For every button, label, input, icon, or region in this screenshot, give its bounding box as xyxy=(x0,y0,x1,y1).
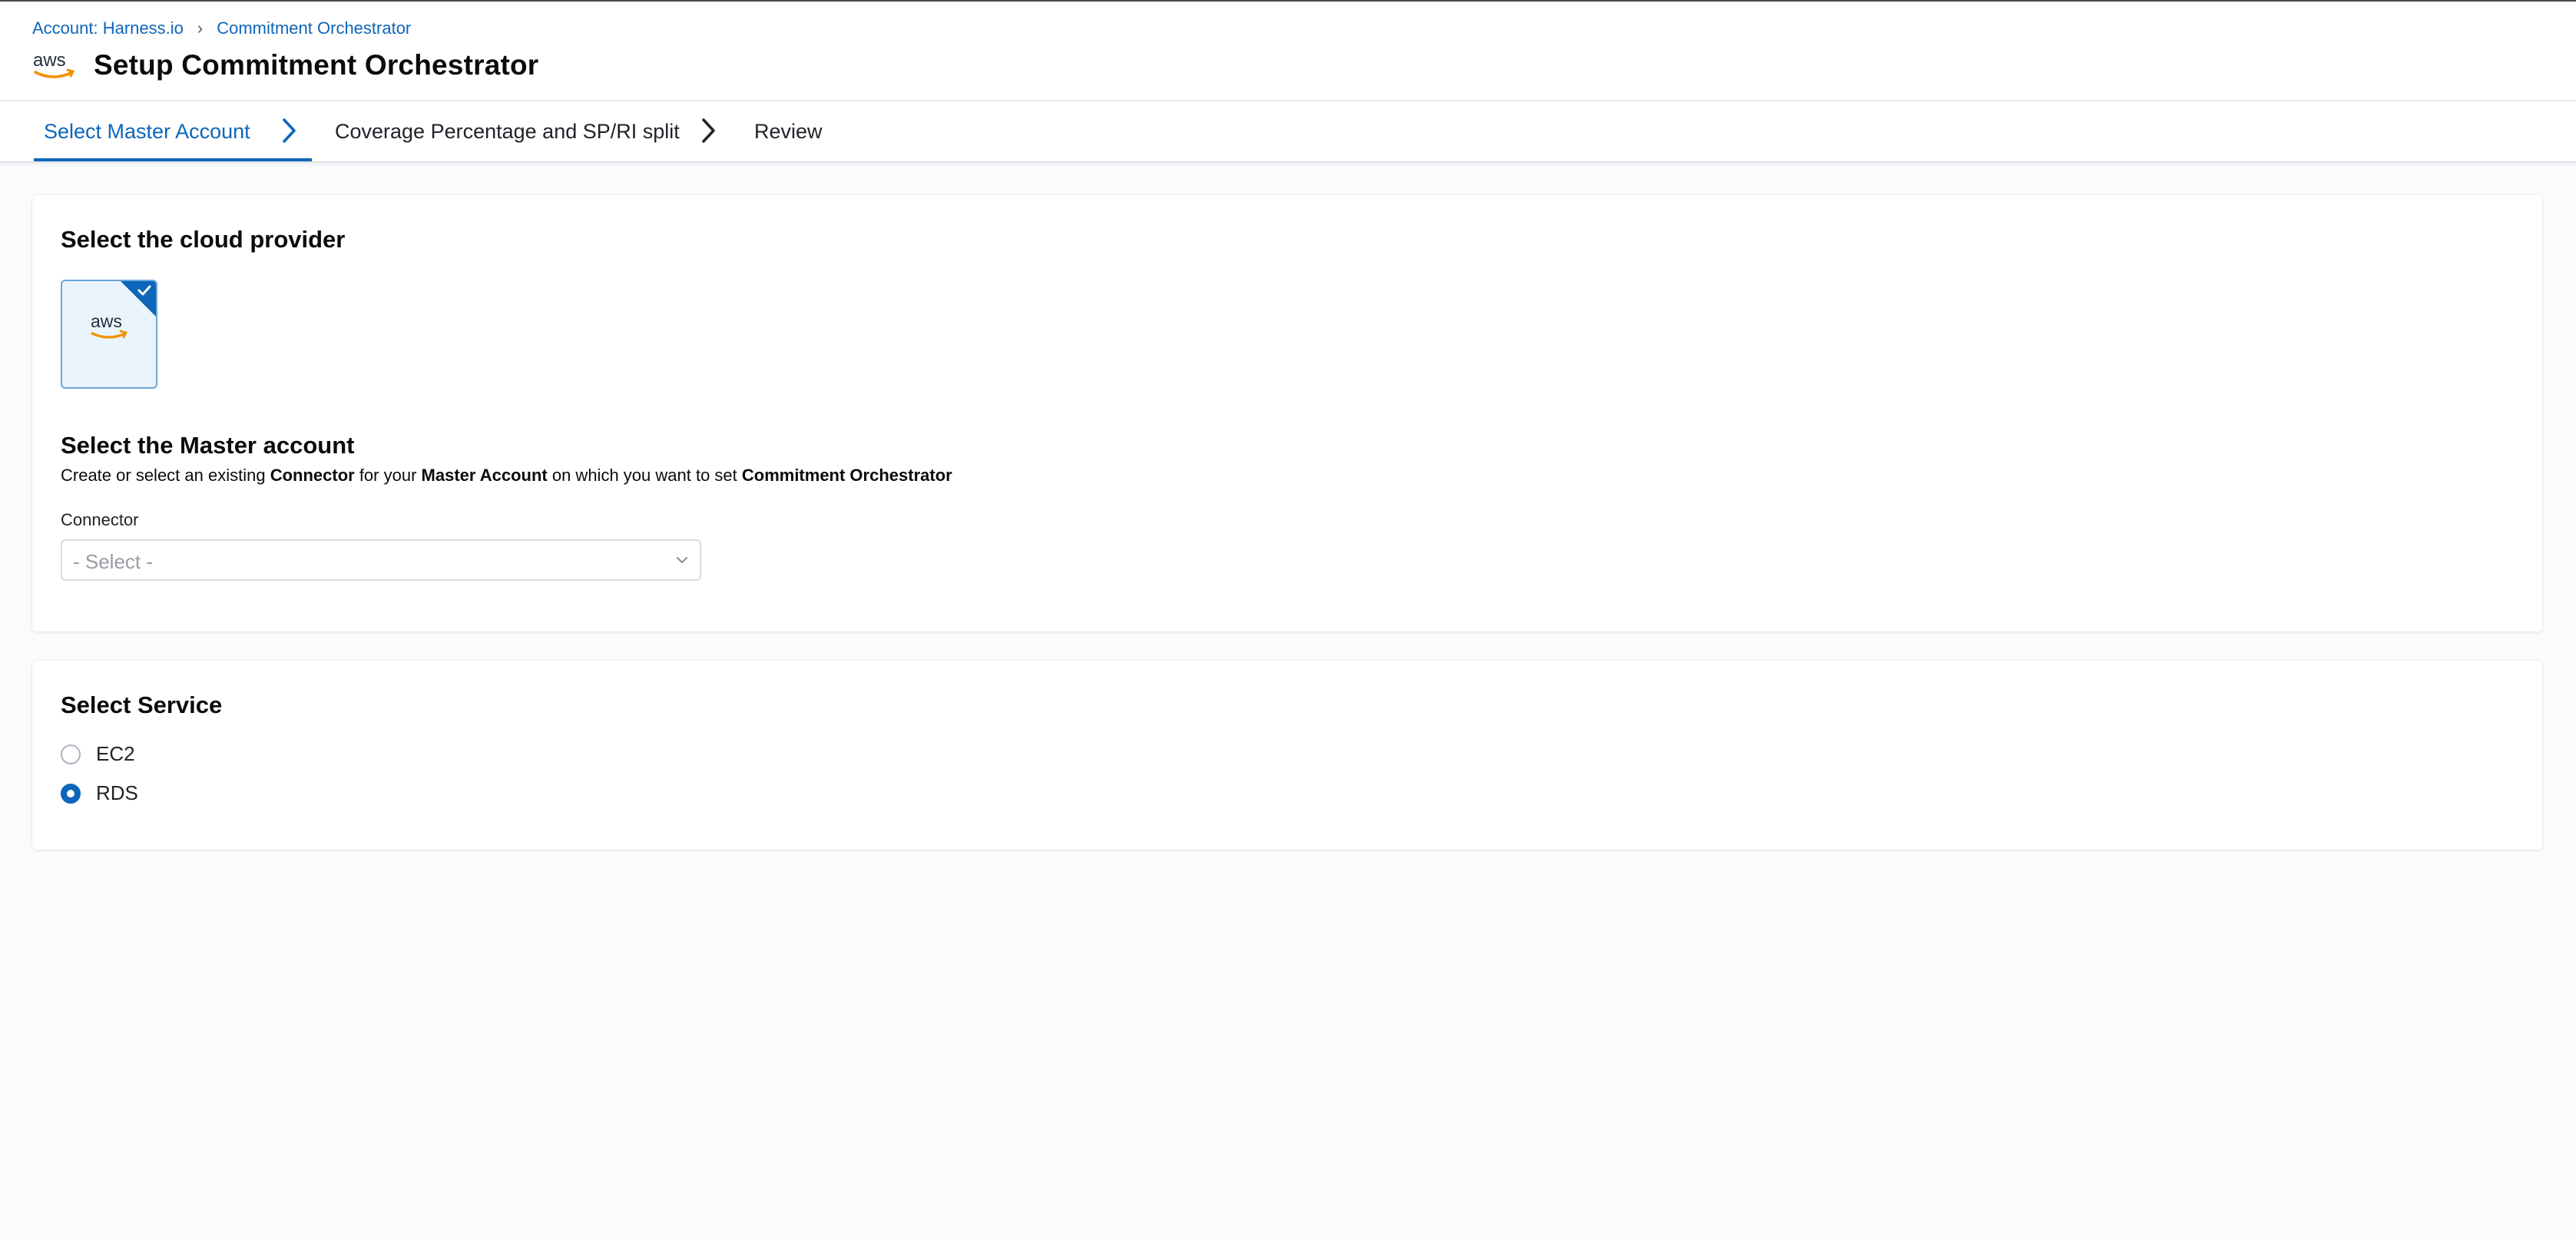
step-label: Review xyxy=(754,119,823,143)
desc-bold: Commitment Orchestrator xyxy=(741,466,952,485)
aws-logo-icon: aws xyxy=(91,312,128,339)
master-account-description: Create or select an existing Connector f… xyxy=(61,466,952,486)
breadcrumb-current-link[interactable]: Commitment Orchestrator xyxy=(217,18,411,38)
cloud-provider-heading: Select the cloud provider xyxy=(61,226,346,253)
step-coverage-percentage[interactable]: Coverage Percentage and SP/RI split xyxy=(335,101,680,161)
check-icon xyxy=(137,285,151,296)
breadcrumb-account-link[interactable]: Account: Harness.io xyxy=(32,18,184,38)
active-step-indicator xyxy=(34,158,312,161)
desc-text: Create or select an existing xyxy=(61,466,270,485)
connector-select-value: - Select - xyxy=(73,550,154,573)
service-card: Select Service EC2 RDS xyxy=(32,661,2542,850)
wizard-steps: Select Master Account Coverage Percentag… xyxy=(0,101,2576,163)
service-heading: Select Service xyxy=(61,691,223,718)
master-account-card: Select the cloud provider aws Select the… xyxy=(32,195,2542,632)
page-header: Account: Harness.io › Commitment Orchest… xyxy=(0,2,2576,101)
desc-text: on which you want to set xyxy=(547,466,742,485)
service-option-label: EC2 xyxy=(96,742,135,765)
chevron-right-icon xyxy=(283,118,296,143)
page-title: Setup Commitment Orchestrator xyxy=(94,49,539,81)
master-account-heading: Select the Master account xyxy=(61,432,355,459)
step-label: Coverage Percentage and SP/RI split xyxy=(335,119,680,143)
aws-logo-icon: aws xyxy=(33,50,75,78)
radio-button[interactable] xyxy=(61,783,81,804)
radio-button[interactable] xyxy=(61,744,81,764)
service-option-label: RDS xyxy=(96,781,138,804)
connector-select[interactable]: - Select - xyxy=(61,539,701,581)
chevron-down-icon xyxy=(677,557,687,563)
desc-bold: Master Account xyxy=(421,466,548,485)
desc-text: for your xyxy=(354,466,422,485)
breadcrumb-separator-icon: › xyxy=(197,18,204,38)
svg-text:aws: aws xyxy=(33,50,66,71)
step-select-master-account[interactable]: Select Master Account xyxy=(44,101,250,161)
breadcrumb: Account: Harness.io › Commitment Orchest… xyxy=(32,18,411,38)
aws-provider-tile[interactable]: aws xyxy=(61,280,157,389)
connector-label: Connector xyxy=(61,510,139,529)
desc-bold: Connector xyxy=(270,466,355,485)
service-option-ec2[interactable]: EC2 xyxy=(61,742,135,766)
chevron-right-icon xyxy=(702,118,715,143)
step-review[interactable]: Review xyxy=(754,101,823,161)
svg-text:aws: aws xyxy=(91,312,122,331)
service-option-rds[interactable]: RDS xyxy=(61,781,138,805)
title-row: aws Setup Commitment Orchestrator xyxy=(32,49,538,81)
step-label: Select Master Account xyxy=(44,119,250,143)
